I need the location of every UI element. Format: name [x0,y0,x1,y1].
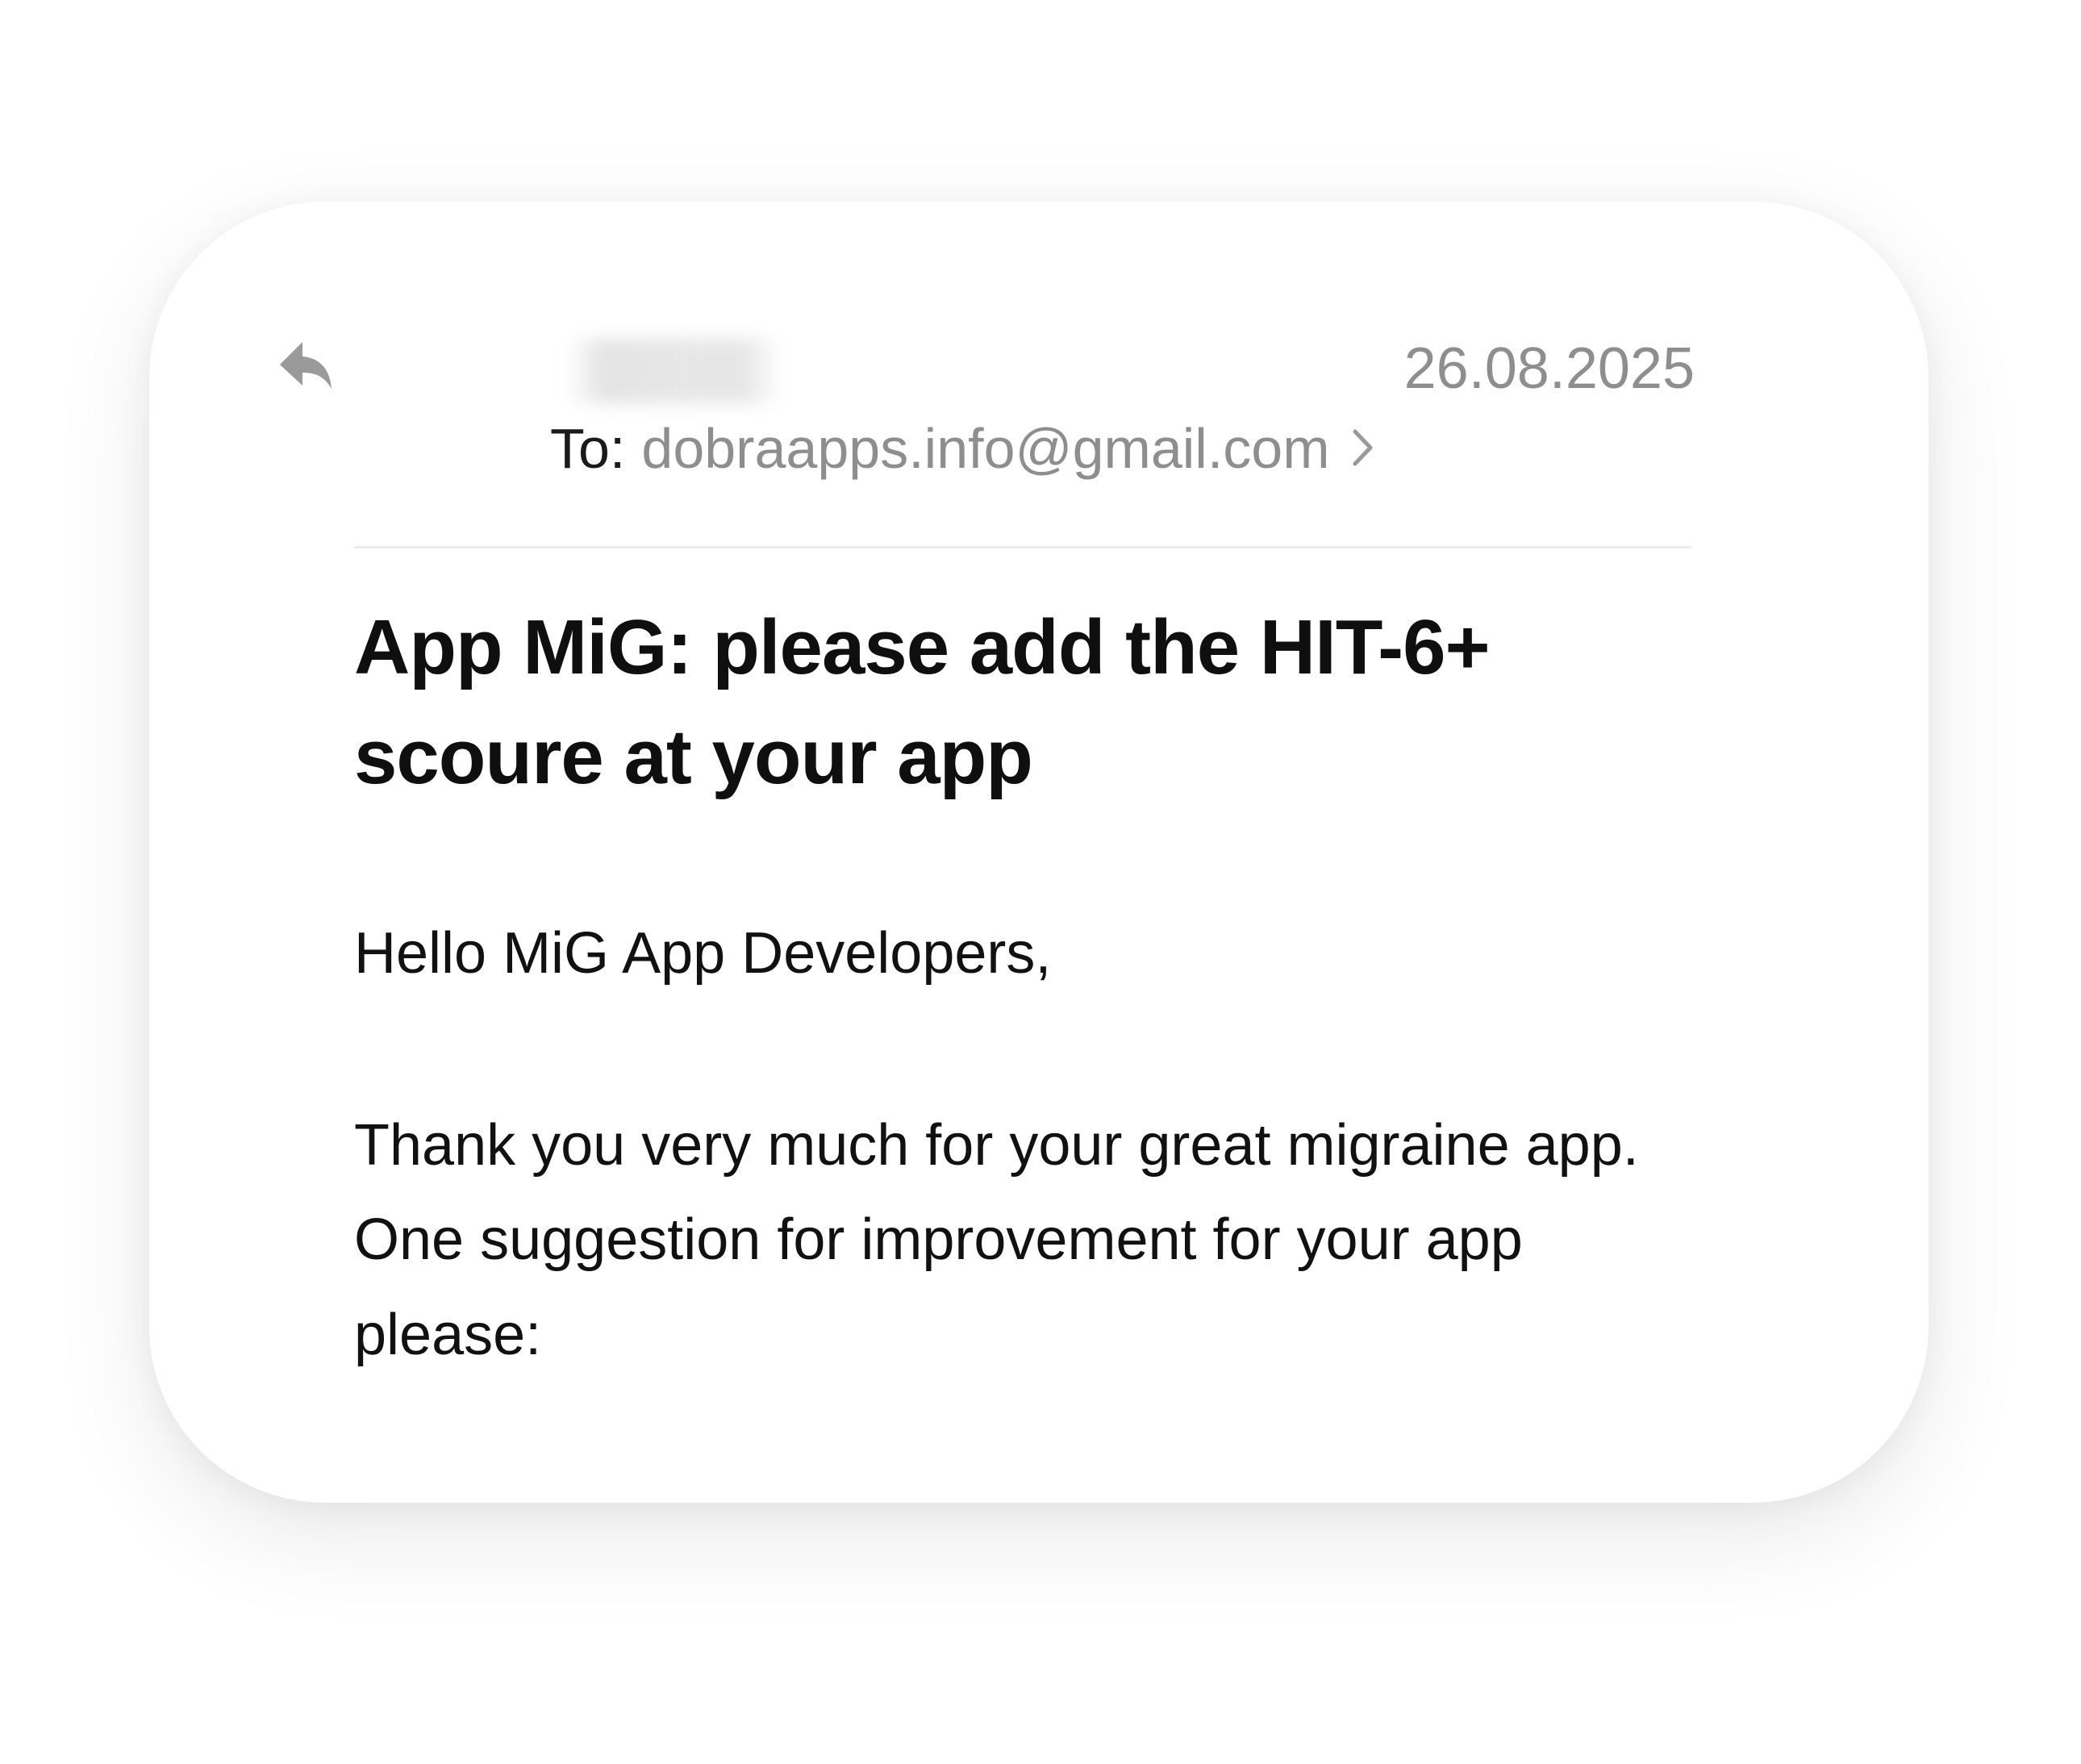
email-greeting: Hello MiG App Developers, [354,921,1052,986]
email-subject: App MiG: please add the HIT-6+ scoure at… [354,604,1491,801]
recipient-address[interactable]: dobraapps.info@gmail.com [641,417,1329,480]
sender-name-redacted [565,339,782,403]
email-body: Thank you very much for your great migra… [354,1113,1639,1367]
to-label: To: [550,417,626,480]
email-card: 26.08.2025 To: dobraapps.info@gmail.com A… [149,202,1929,1503]
recipient-row: To: dobraapps.info@gmail.com [550,414,1374,485]
reply-icon[interactable] [278,340,335,392]
chevron-right-icon[interactable] [1353,429,1374,466]
email-date: 26.08.2025 [1403,336,1695,401]
header-divider [354,546,1691,548]
